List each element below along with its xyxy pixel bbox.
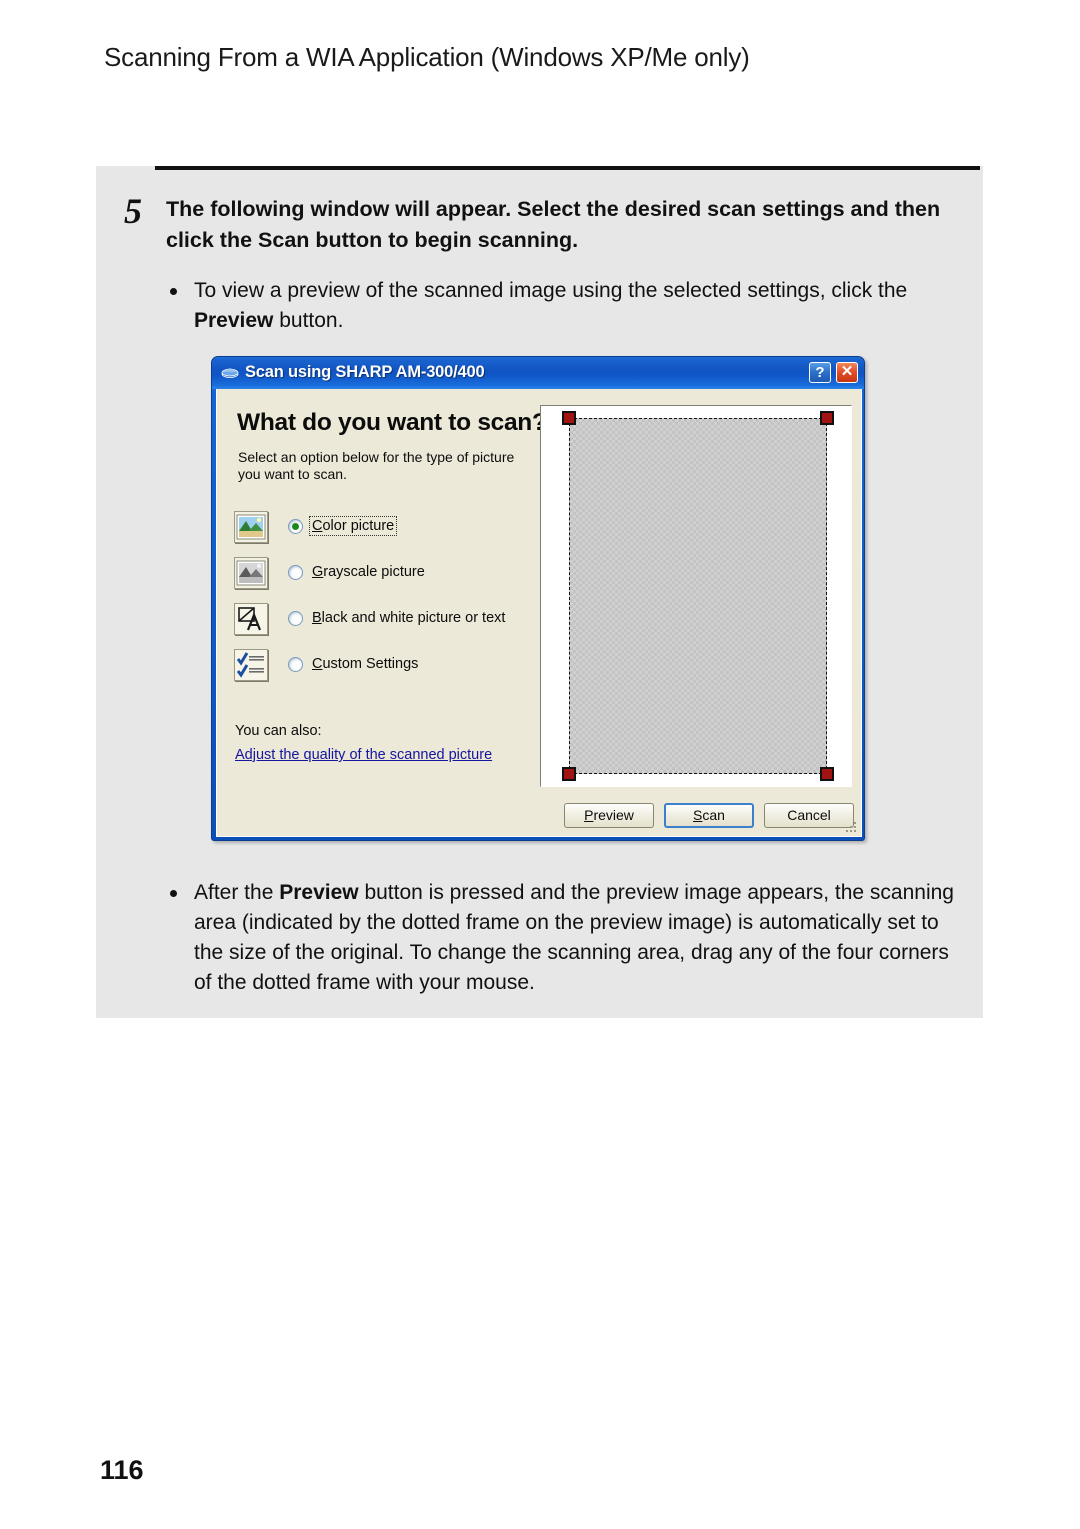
option-label-rest: olor picture [322, 518, 395, 534]
radio-black-and-white[interactable] [288, 611, 303, 626]
step-instruction: The following window will appear. Select… [166, 197, 941, 252]
adjust-quality-link[interactable]: Adjust the quality of the scanned pictur… [235, 747, 492, 763]
bullet-2-before: After the [194, 881, 280, 904]
bullet-1-after: button. [273, 309, 344, 332]
bullet-1-bold: Preview [194, 309, 274, 332]
scan-button[interactable]: Scan [664, 803, 754, 828]
scan-dialog: Scan using SHARP AM-300/400 ? ✕ What do … [211, 356, 865, 841]
resize-handle-bottom-left[interactable] [562, 767, 576, 781]
option-row-black-and-white[interactable]: Black and white picture or text [234, 603, 524, 637]
resize-handle-top-right[interactable] [820, 411, 834, 425]
close-icon: ✕ [840, 363, 854, 380]
resize-grip-icon[interactable] [844, 820, 858, 834]
scan-selection-frame[interactable] [562, 411, 834, 781]
bullet-dot-icon [170, 890, 177, 897]
bullet-2-bold: Preview [279, 881, 359, 904]
resize-handle-bottom-right[interactable] [820, 767, 834, 781]
dialog-heading: What do you want to scan? [237, 409, 547, 436]
option-row-custom-settings[interactable]: Custom Settings [234, 649, 524, 683]
close-button[interactable]: ✕ [836, 362, 858, 383]
grayscale-picture-icon [234, 557, 268, 589]
accel-letter: B [312, 610, 322, 626]
bullet-dot-icon [170, 288, 177, 295]
dialog-subtext: Select an option below for the type of p… [238, 449, 515, 482]
preview-canvas[interactable] [541, 406, 851, 786]
page-title: Scanning From a WIA Application (Windows… [104, 42, 750, 72]
help-button[interactable]: ? [809, 362, 831, 383]
cancel-button[interactable]: Cancel [764, 803, 854, 828]
help-icon: ? [815, 364, 825, 381]
option-label-custom-settings[interactable]: Custom Settings [310, 655, 420, 673]
instruction-panel: 5 The following window will appear. Sele… [96, 166, 983, 1018]
color-picture-icon [234, 511, 268, 543]
bullet-scan-area-note: After the Preview button is pressed and … [166, 878, 956, 998]
option-label-rest: ustom Settings [322, 656, 419, 672]
button-label-rest: review [593, 807, 634, 823]
dialog-body: What do you want to scan? Select an opti… [216, 389, 862, 837]
dialog-title: Scan using SHARP AM-300/400 [245, 363, 485, 381]
bullet-1-before: To view a preview of the scanned image u… [194, 279, 908, 302]
option-label-grayscale-picture[interactable]: Grayscale picture [310, 563, 427, 581]
page-number: 116 [100, 1455, 144, 1485]
dialog-frame: Scan using SHARP AM-300/400 ? ✕ What do … [211, 356, 865, 841]
accel-letter: G [312, 564, 324, 580]
accel-letter: C [312, 518, 323, 534]
you-can-also-label: You can also: [235, 723, 322, 739]
radio-grayscale-picture[interactable] [288, 565, 303, 580]
radio-color-picture[interactable] [288, 519, 303, 534]
option-label-black-and-white[interactable]: Black and white picture or text [310, 609, 507, 627]
option-label-rest: rayscale picture [323, 564, 425, 580]
option-row-color-picture[interactable]: Color picture [234, 511, 524, 545]
option-label-color-picture[interactable]: Color picture [308, 516, 398, 536]
preview-button[interactable]: Preview [564, 803, 654, 828]
scanner-icon [221, 368, 239, 378]
bullet-text: After the Preview button is pressed and … [166, 878, 956, 998]
custom-settings-icon [234, 649, 268, 681]
resize-handle-top-left[interactable] [562, 411, 576, 425]
button-label-rest: can [702, 807, 725, 823]
accel-letter: S [693, 807, 703, 823]
preview-pane[interactable] [540, 405, 852, 787]
option-row-grayscale-picture[interactable]: Grayscale picture [234, 557, 524, 591]
accel-letter: C [312, 656, 323, 672]
option-label-rest: lack and white picture or text [321, 610, 506, 626]
bullet-preview-note: To view a preview of the scanned image u… [166, 276, 956, 336]
bullet-text: To view a preview of the scanned image u… [166, 276, 956, 336]
step-number: 5 [124, 191, 142, 231]
radio-custom-settings[interactable] [288, 657, 303, 672]
black-white-picture-icon [234, 603, 268, 635]
dialog-titlebar[interactable]: Scan using SHARP AM-300/400 ? ✕ [212, 357, 864, 389]
panel-divider-rule [155, 166, 980, 170]
button-label-rest: Cancel [787, 807, 831, 823]
